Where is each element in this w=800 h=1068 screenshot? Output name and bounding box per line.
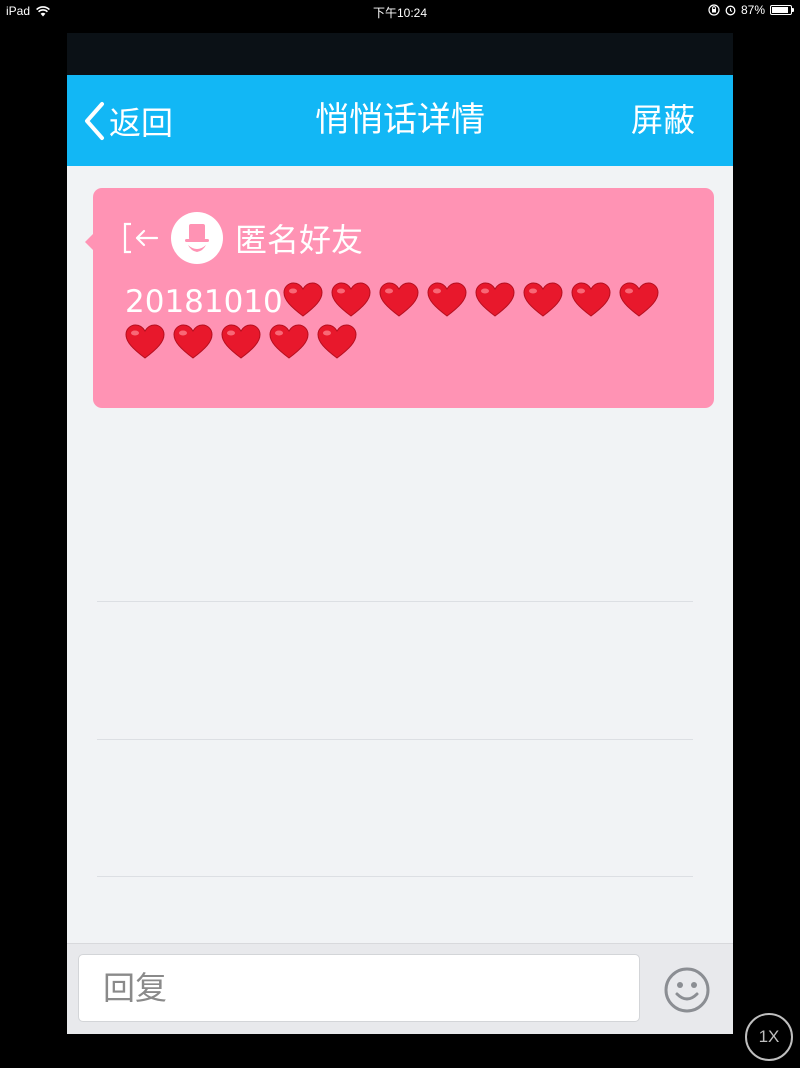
red-heart-icon (619, 282, 659, 317)
message-text-content: 20181010 (125, 284, 283, 320)
reply-bar (67, 943, 733, 1034)
sender-name: 匿名好友 (235, 221, 364, 259)
reply-input[interactable] (78, 954, 640, 1022)
message-card-tail (85, 234, 93, 250)
status-time: 下午10:24 (372, 6, 428, 20)
app-status-strip (67, 33, 733, 75)
divider-line (97, 876, 693, 877)
red-heart-icon (427, 282, 467, 317)
zoom-badge[interactable]: 1X (745, 1013, 793, 1061)
battery-icon (770, 5, 794, 15)
battery-level (772, 7, 788, 13)
smiley-icon[interactable] (663, 966, 711, 1014)
red-heart-icon (317, 324, 357, 359)
alarm-icon (725, 5, 736, 16)
entry-arrow-icon (123, 222, 159, 254)
orientation-lock-icon (708, 4, 720, 16)
message-card: 匿名好友 20181010 (85, 188, 714, 408)
chevron-left-icon (85, 101, 104, 140)
message-detail-area: 匿名好友 20181010 (67, 166, 733, 943)
block-button[interactable]: 屏蔽 (631, 75, 695, 166)
message-text: 20181010 (125, 281, 695, 365)
red-heart-icon (221, 324, 261, 359)
red-heart-icon (125, 324, 165, 359)
red-heart-icon (173, 324, 213, 359)
battery-percent: 87% (740, 3, 765, 17)
red-heart-icon (379, 282, 419, 317)
back-button[interactable]: 返回 (83, 75, 173, 166)
red-heart-icon (571, 282, 611, 317)
status-right: 87% (708, 3, 794, 17)
red-heart-icon (283, 282, 323, 317)
back-label: 返回 (109, 103, 174, 142)
red-heart-icon (523, 282, 563, 317)
divider-line (97, 739, 693, 740)
ipad-status-bar: iPad 下午10:24 87% (0, 0, 800, 22)
red-heart-icon (475, 282, 515, 317)
red-heart-icon (269, 324, 309, 359)
red-heart-icon (331, 282, 371, 317)
anonymous-avatar-icon (171, 212, 223, 264)
divider-line (97, 601, 693, 602)
app-screen: 返回 悄悄话详情 屏蔽 匿名好友 20181010 回复 (67, 33, 733, 1034)
sender-row: 匿名好友 (123, 212, 363, 264)
navigation-bar: 返回 悄悄话详情 屏蔽 (67, 75, 733, 166)
